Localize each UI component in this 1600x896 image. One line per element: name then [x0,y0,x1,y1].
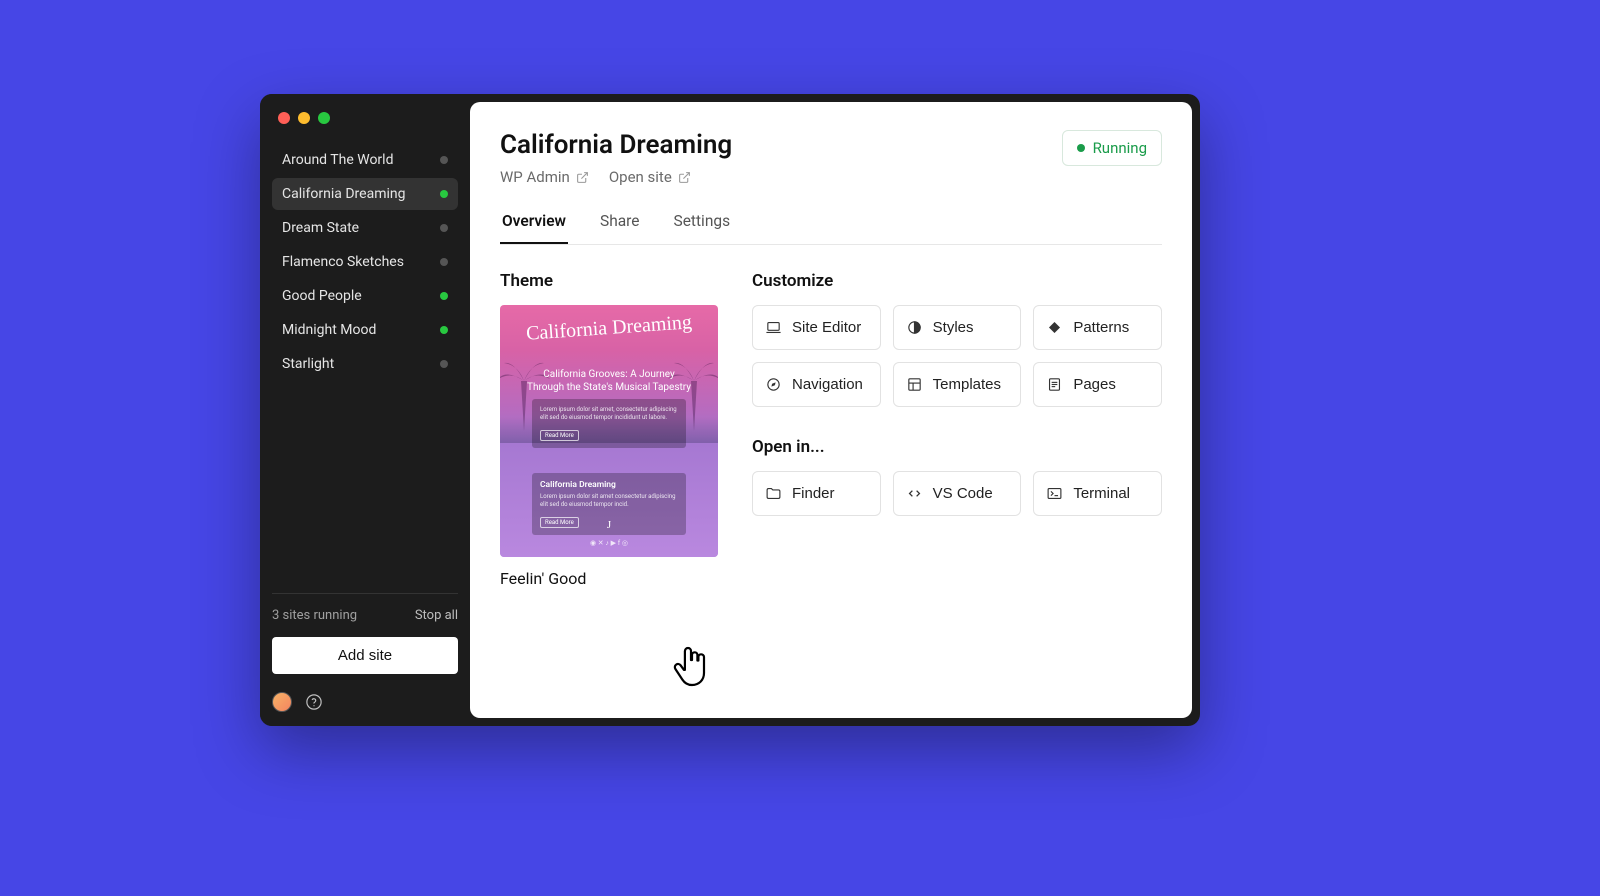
site-item-label: California Dreaming [282,186,405,202]
button-label: Finder [792,485,835,502]
site-title: California Dreaming [500,130,732,160]
site-item-around-the-world[interactable]: Around The World [272,144,458,176]
site-list: Around The World California Dreaming Dre… [272,144,458,380]
status-text: Running [1093,139,1147,157]
button-label: Terminal [1073,485,1130,502]
running-summary: 3 sites running Stop all [272,608,458,623]
status-dot-icon [440,190,448,198]
diamond-icon [1046,319,1063,336]
open-in-section-title: Open in... [752,437,1162,457]
user-avatar[interactable] [272,692,292,712]
header-row: California Dreaming WP Admin Open site R… [500,130,1162,186]
site-item-label: Around The World [282,152,393,168]
finder-button[interactable]: Finder [752,471,881,516]
compass-icon [765,376,782,393]
layout-icon [906,376,923,393]
minimize-window-dot[interactable] [298,112,310,124]
main-panel: California Dreaming WP Admin Open site R… [470,102,1192,718]
customize-column: Customize Site Editor Styles Patterns [752,271,1162,588]
tab-share[interactable]: Share [598,212,642,244]
site-item-midnight-mood[interactable]: Midnight Mood [272,314,458,346]
tab-settings[interactable]: Settings [671,212,732,244]
customize-section-title: Customize [752,271,1162,291]
pages-button[interactable]: Pages [1033,362,1162,407]
contrast-icon [906,319,923,336]
terminal-icon [1046,485,1063,502]
terminal-button[interactable]: Terminal [1033,471,1162,516]
tab-overview[interactable]: Overview [500,212,568,244]
external-link-icon [678,171,691,184]
status-dot-icon [440,258,448,266]
help-icon[interactable] [304,692,324,712]
patterns-button[interactable]: Patterns [1033,305,1162,350]
button-label: Styles [933,319,974,336]
status-dot-icon [440,224,448,232]
status-dot-icon [440,326,448,334]
button-label: Site Editor [792,319,861,336]
site-item-flamenco-sketches[interactable]: Flamenco Sketches [272,246,458,278]
status-badge: Running [1062,130,1162,166]
thumb-heading: California Grooves: A Journey Through th… [524,369,694,394]
close-window-dot[interactable] [278,112,290,124]
site-item-california-dreaming[interactable]: California Dreaming [272,178,458,210]
templates-button[interactable]: Templates [893,362,1022,407]
add-site-button[interactable]: Add site [272,637,458,674]
button-label: VS Code [933,485,993,502]
code-icon [906,485,923,502]
status-dot-icon [440,156,448,164]
stop-all-button[interactable]: Stop all [415,608,458,623]
page-icon [1046,376,1063,393]
vscode-button[interactable]: VS Code [893,471,1022,516]
site-item-label: Flamenco Sketches [282,254,404,270]
sites-running-label: 3 sites running [272,608,357,623]
folder-icon [765,485,782,502]
theme-section-title: Theme [500,271,718,291]
status-dot-icon [1077,144,1085,152]
button-label: Patterns [1073,319,1129,336]
wp-admin-link[interactable]: WP Admin [500,168,589,186]
theme-thumbnail[interactable]: California Dreaming California Grooves: … [500,305,718,557]
window-traffic-lights [272,110,458,144]
open-site-link[interactable]: Open site [609,168,691,186]
sidebar-footer: 3 sites running Stop all Add site [272,593,458,712]
site-item-label: Starlight [282,356,334,372]
styles-button[interactable]: Styles [893,305,1022,350]
site-item-dream-state[interactable]: Dream State [272,212,458,244]
site-editor-button[interactable]: Site Editor [752,305,881,350]
status-dot-icon [440,292,448,300]
wp-admin-label: WP Admin [500,168,570,186]
site-item-label: Good People [282,288,362,304]
site-item-label: Dream State [282,220,359,236]
button-label: Templates [933,376,1001,393]
tabs: Overview Share Settings [500,212,1162,245]
sidebar: Around The World California Dreaming Dre… [260,94,470,726]
open-site-label: Open site [609,168,672,186]
laptop-icon [765,319,782,336]
button-label: Navigation [792,376,863,393]
maximize-window-dot[interactable] [318,112,330,124]
button-label: Pages [1073,376,1116,393]
external-link-icon [576,171,589,184]
app-window: Around The World California Dreaming Dre… [260,94,1200,726]
site-item-starlight[interactable]: Starlight [272,348,458,380]
theme-column: Theme California Dreaming California Gro… [500,271,718,588]
content-row: Theme California Dreaming California Gro… [500,271,1162,588]
navigation-button[interactable]: Navigation [752,362,881,407]
thumb-script-title: California Dreaming [500,311,718,344]
theme-name: Feelin' Good [500,569,718,588]
status-dot-icon [440,360,448,368]
site-item-good-people[interactable]: Good People [272,280,458,312]
thumb-card2-title: California Dreaming [540,480,678,490]
site-item-label: Midnight Mood [282,322,376,338]
